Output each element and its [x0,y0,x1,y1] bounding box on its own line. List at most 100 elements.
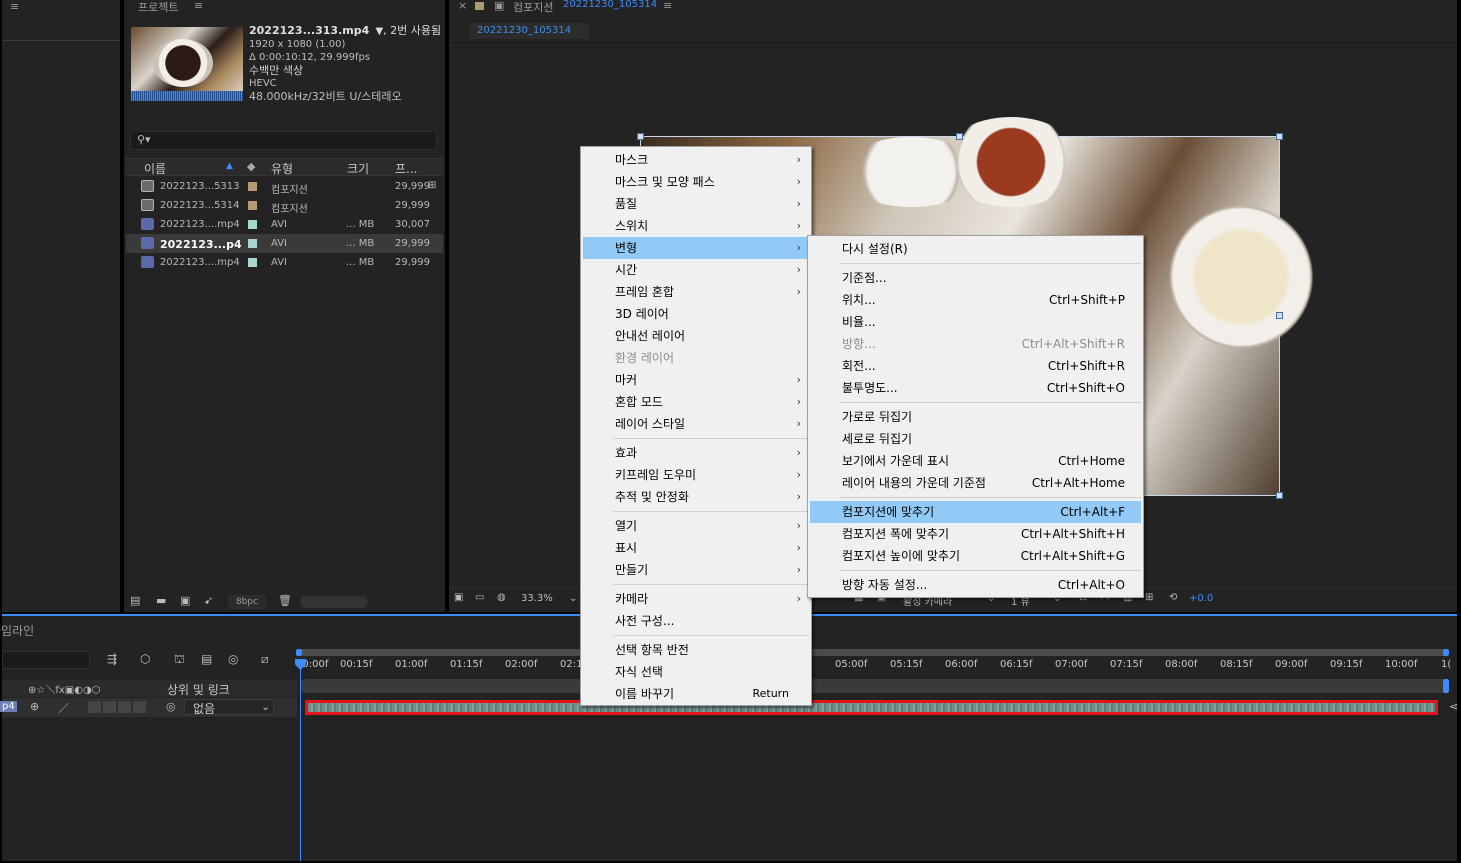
transform-menu-item[interactable]: 가로로 뒤집기 [810,406,1141,428]
context-menu-item[interactable]: 품질 › [583,193,809,215]
transform-handle[interactable] [1276,312,1283,319]
trash-icon[interactable]: 🗑 [278,594,292,607]
context-menu-item[interactable]: 프레임 혼합 › [583,281,809,303]
context-menu-item[interactable]: 혼합 모드 › [583,391,809,413]
project-panel-title[interactable]: 프로젝트 [138,0,178,15]
project-item-row[interactable]: 2022123...p4 AVI ... MB 29,999 [126,234,443,253]
label-color-swatch[interactable] [248,220,257,229]
sort-asc-icon[interactable]: ▲ [226,161,233,171]
context-menu-item[interactable]: 시간 › [583,259,809,281]
transform-menu-item[interactable]: 기준점... [810,267,1141,289]
project-item-row[interactable]: 2022123....mp4 AVI ... MB 29,999 [126,253,443,272]
transform-handle[interactable] [956,133,963,140]
pick-whip-icon[interactable]: ◎ [166,700,176,713]
context-menu-item[interactable]: 선택 항목 반전 [583,639,809,661]
comp-tab[interactable]: 20221230_105314 [469,23,589,39]
context-menu-item[interactable]: 만들기 › [583,559,809,581]
label-color-swatch[interactable] [248,201,257,210]
thumbnail-slider[interactable] [300,596,368,608]
context-menu-item[interactable]: 표시 › [583,537,809,559]
label-color-swatch[interactable] [248,239,257,248]
graph-editor-icon[interactable]: ⧄ [261,652,269,667]
bit-depth-button[interactable]: 8bpc [228,595,266,609]
project-search-input[interactable]: ⚲▾ [130,131,437,150]
snapshot-icon[interactable]: ▣ [454,592,463,603]
reset-exposure-icon[interactable]: ⟲ [1169,592,1177,603]
comp-panel-title[interactable]: 20221230_105314 [563,0,657,10]
timeline-title[interactable]: 타임라인 [0,622,34,639]
label-tag-icon[interactable]: ◆ [247,160,255,173]
parent-select[interactable]: 없음 ⌄ [184,699,274,716]
context-menu-item[interactable]: 사전 구성... [583,610,809,632]
motion-blur-icon[interactable]: ◎ [228,652,238,666]
context-menu-item[interactable]: 마스크 및 모양 패스 › [583,171,809,193]
transform-menu-item[interactable]: 컴포지션에 맞추기 Ctrl+Alt+F [810,501,1141,523]
exposure-value[interactable]: +0.0 [1189,593,1213,604]
context-menu-item[interactable]: 안내선 레이어 [583,325,809,347]
hamburger-icon[interactable]: ≡ [663,0,672,12]
project-item-row[interactable]: 2022123....mp4 AVI ... MB 30,007 [126,215,443,234]
layer-switches[interactable] [88,701,146,713]
shy-switch-icon[interactable]: ⊕ [30,700,39,713]
timeline-scrollbar[interactable] [300,679,1448,693]
transform-menu-item[interactable]: 위치... Ctrl+Shift+P [810,289,1141,311]
transform-menu-item[interactable]: 불투명도... Ctrl+Shift+O [810,377,1141,399]
work-area-start-handle[interactable] [296,649,302,656]
transform-handle[interactable] [1276,133,1283,140]
context-menu-item[interactable]: 3D 레이어 [583,303,809,325]
transform-menu-item[interactable]: 보기에서 가운데 표시 Ctrl+Home [810,450,1141,472]
column-fps[interactable]: 프... [395,160,417,177]
time-nav-end-handle[interactable] [1443,679,1449,693]
quality-switch-icon[interactable]: ／ [58,700,69,716]
transform-menu-item[interactable]: 레이어 내용의 가운데 기준점 Ctrl+Alt+Home [810,472,1141,494]
timeline-search-input[interactable] [2,651,90,669]
context-menu-item[interactable]: 이름 바꾸기 Return [583,683,809,705]
mask-icon[interactable]: ◍ [497,592,506,603]
interpret-footage-icon[interactable]: ▤ [130,594,140,607]
context-menu-item[interactable]: 마스크 › [583,149,809,171]
flowchart-icon[interactable]: ⊞ [428,180,436,191]
new-folder-icon[interactable]: ▬ [156,594,166,607]
context-menu-item[interactable]: 효과 › [583,442,809,464]
label-color-swatch[interactable] [248,182,257,191]
context-menu-item[interactable]: 열기 › [583,515,809,537]
context-menu-item[interactable]: 키프레임 도우미 › [583,464,809,486]
column-name[interactable]: 이름 [144,160,166,177]
chevron-down-icon[interactable]: ⌄ [569,593,577,604]
zoom-select[interactable]: 33.3% [521,593,553,604]
column-size[interactable]: 크기 [347,160,369,177]
transform-handle[interactable] [637,133,644,140]
context-menu-item[interactable]: 카메라 › [583,588,809,610]
transform-menu-item[interactable]: 방향 자동 설정... Ctrl+Alt+O [810,574,1141,596]
transform-menu-item[interactable]: 컴포지션 높이에 맞추기 Ctrl+Alt+Shift+G [810,545,1141,567]
transform-handle[interactable] [1276,492,1283,499]
context-menu-item[interactable]: 스위치 › [583,215,809,237]
hamburger-icon[interactable]: ≡ [10,0,19,13]
context-menu-item[interactable]: 변형 › [583,237,809,259]
transform-menu-item[interactable]: 다시 설정(R) [810,238,1141,260]
layer-duration-bar[interactable] [305,700,1438,715]
render-icon[interactable]: ➹ [204,594,213,607]
parent-link-header[interactable]: 상위 및 링크 [167,681,230,698]
label-color-swatch[interactable] [248,258,257,267]
hamburger-icon[interactable]: ≡ [194,0,203,12]
project-item-row[interactable]: 2022123...5313 컴포지션 29,999 [126,177,443,196]
flowchart-icon[interactable]: ⊞ [1145,592,1153,603]
frame-blend-icon[interactable]: ▤ [201,652,212,666]
monitor-icon[interactable]: ▭ [475,592,484,603]
context-menu-item[interactable]: 자식 선택 [583,661,809,683]
footage-dropdown[interactable]: ▼ [375,26,383,37]
shy-tool-icon[interactable]: ⇶ [107,652,117,666]
layer-row[interactable]: p4 ⊕ ／ ◎ 없음 ⌄ [0,698,297,717]
work-area-end-handle[interactable] [1443,649,1449,656]
3d-draft-icon[interactable]: ⬡ [140,652,150,666]
column-type[interactable]: 유형 [271,160,293,177]
close-icon[interactable]: × [458,0,467,12]
new-composition-icon[interactable]: ▣ [180,594,190,607]
lock-icon[interactable]: ▣ [494,0,504,12]
transform-menu-item[interactable]: 회전... Ctrl+Shift+R [810,355,1141,377]
shy-layers-icon[interactable]: ⛫ [174,652,185,668]
work-area-bar[interactable] [300,649,1448,656]
transform-menu-item[interactable]: 세로로 뒤집기 [810,428,1141,450]
context-menu-item[interactable]: 레이어 스타일 › [583,413,809,435]
